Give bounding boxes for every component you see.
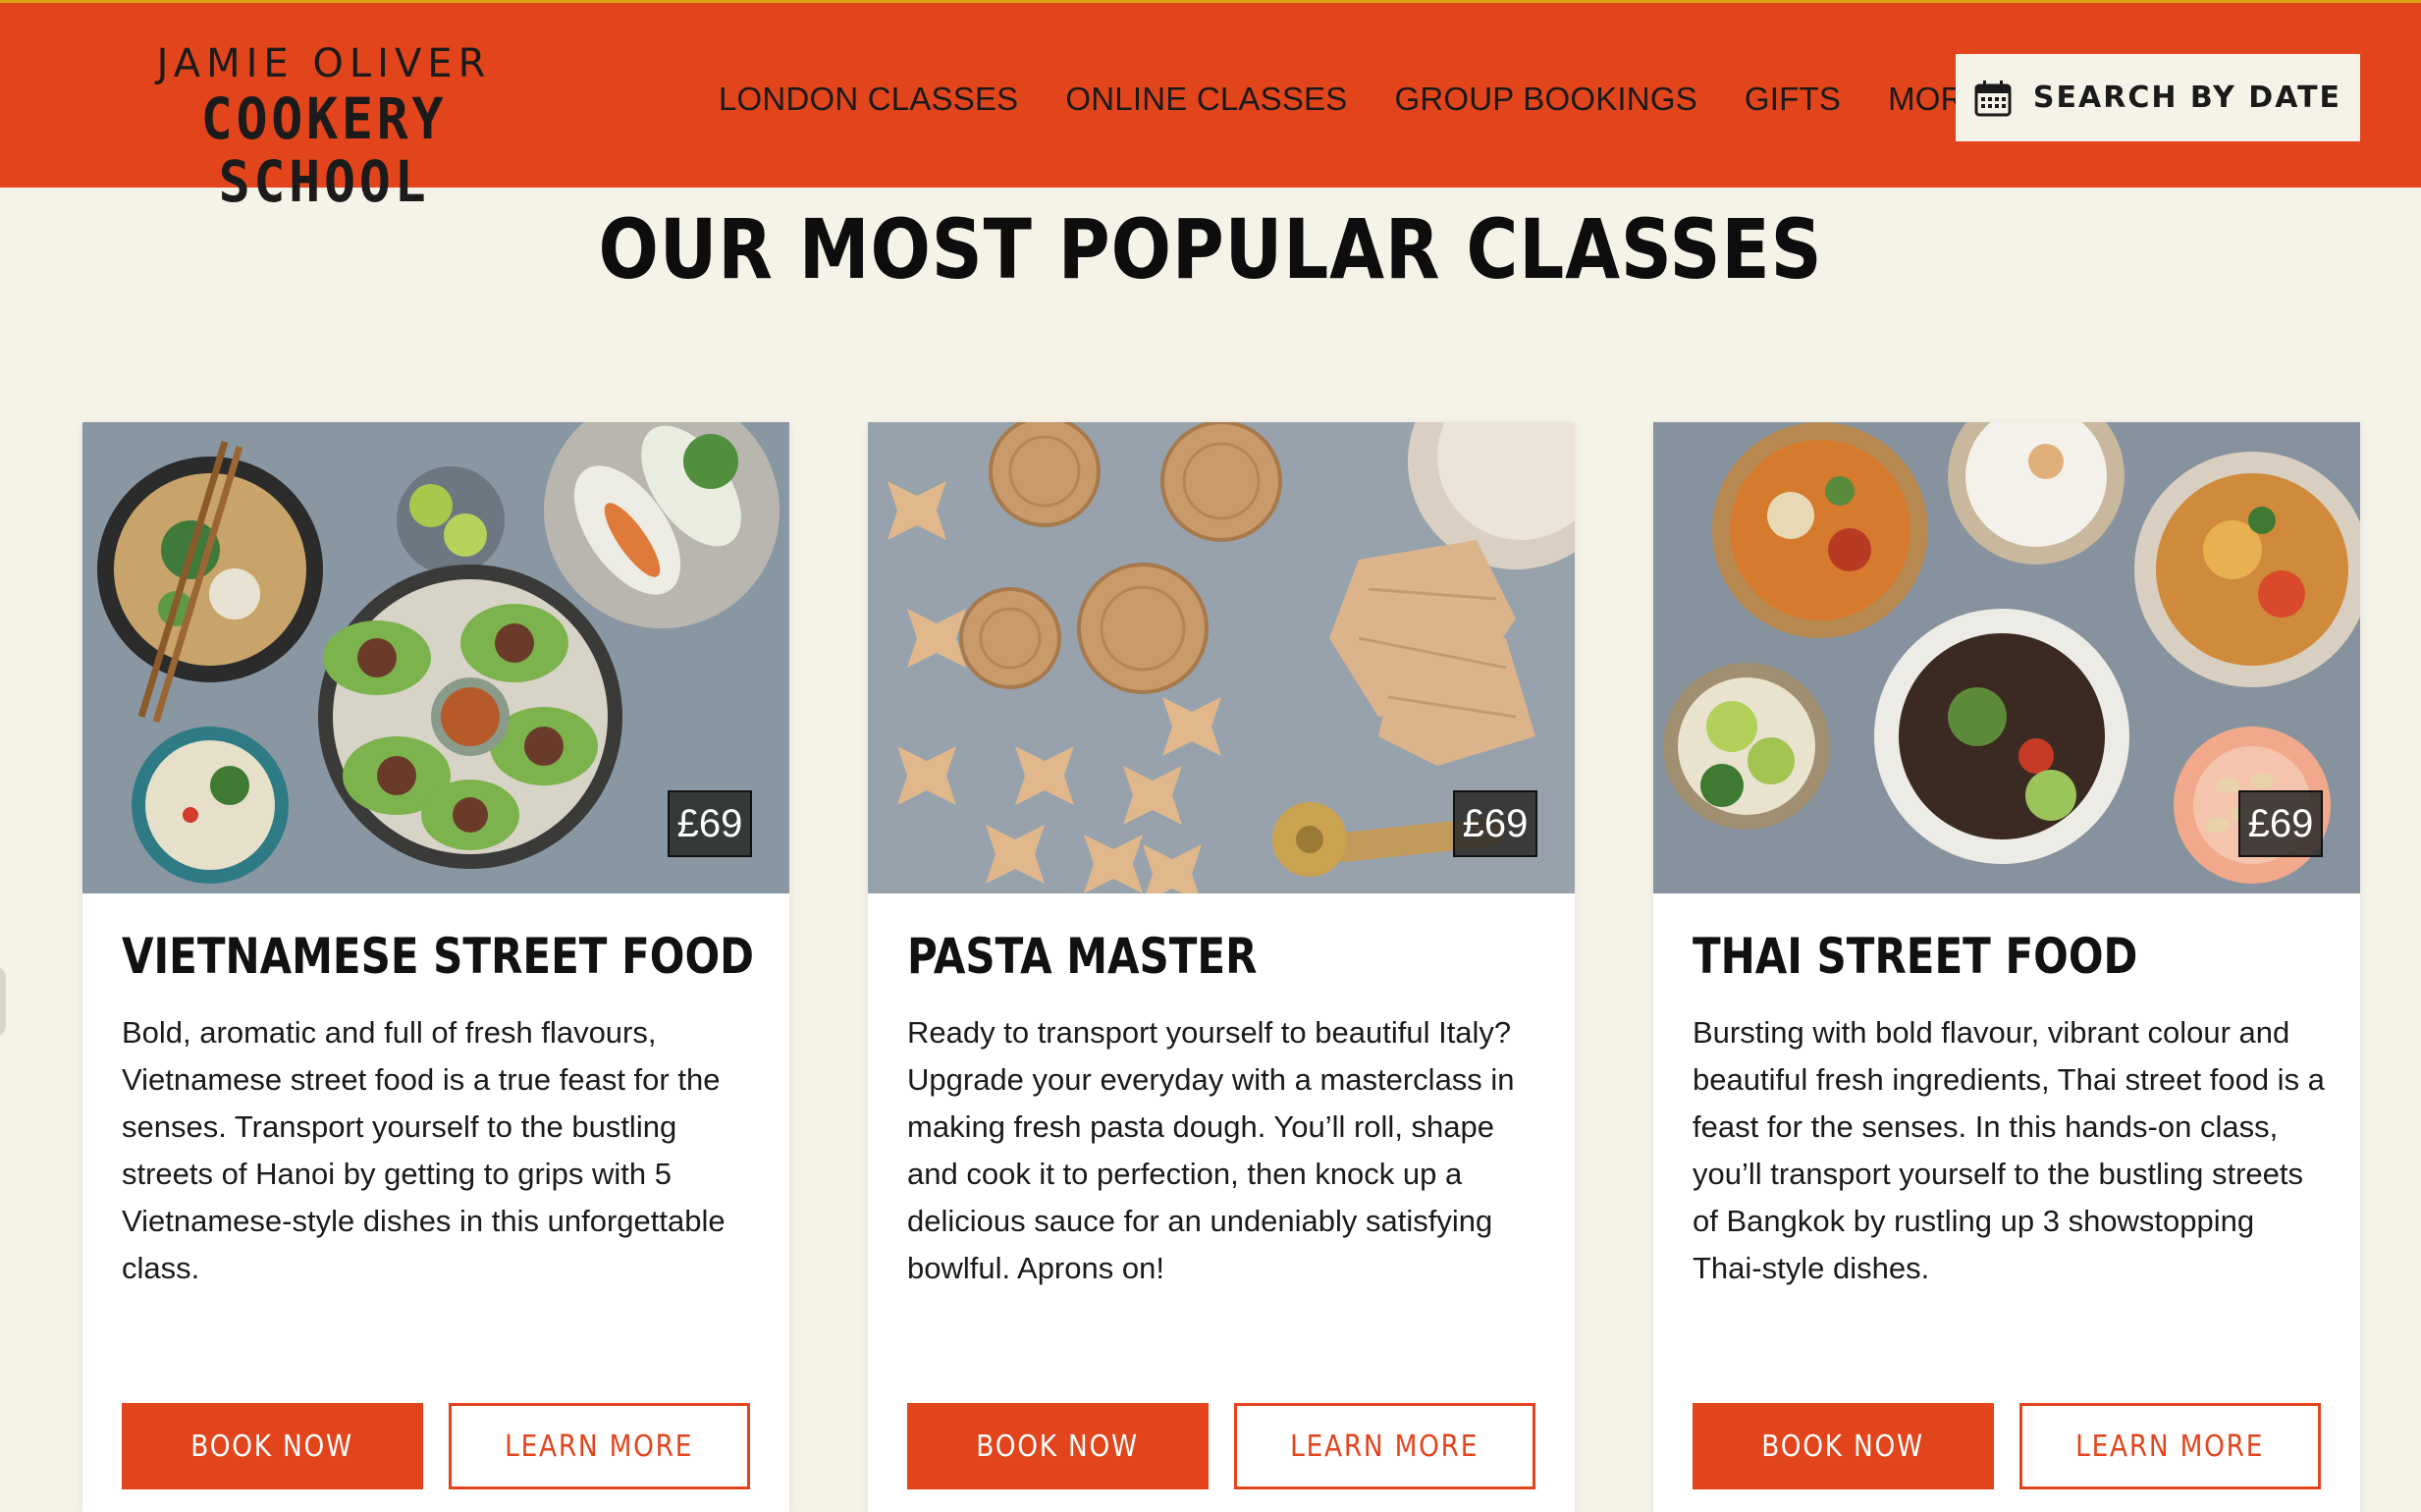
class-card: £69 THAI STREET FOOD Bursting with bold … — [1653, 422, 2360, 1512]
class-title[interactable]: VIETNAMESE STREET FOOD — [122, 928, 754, 985]
book-now-label: BOOK NOW — [976, 1429, 1140, 1464]
learn-more-button[interactable]: LEARN MORE — [2019, 1403, 2321, 1489]
class-image-pasta[interactable]: £69 — [868, 422, 1575, 893]
search-by-date-button[interactable]: SEARCH BY DATE — [1956, 54, 2360, 141]
class-card: £69 VIETNAMESE STREET FOOD Bold, aromati… — [82, 422, 789, 1512]
learn-more-button[interactable]: LEARN MORE — [449, 1403, 750, 1489]
class-description: Bold, aromatic and full of fresh flavour… — [122, 1015, 726, 1285]
logo[interactable]: JAMIE OLIVER COOKERY SCHOOL — [88, 40, 560, 213]
calendar-icon — [1974, 80, 2012, 117]
class-title[interactable]: PASTA MASTER — [907, 928, 1257, 985]
nav-gifts[interactable]: GIFTS — [1745, 81, 1841, 118]
class-title[interactable]: THAI STREET FOOD — [1693, 928, 2137, 985]
class-image-vietnamese[interactable]: £69 — [82, 422, 789, 893]
nav-group-bookings[interactable]: GROUP BOOKINGS — [1394, 81, 1696, 118]
section-title: OUR MOST POPULAR CLASSES — [598, 201, 1823, 297]
logo-line-1: JAMIE OLIVER — [156, 41, 492, 86]
price-badge: £69 — [1453, 790, 1537, 857]
learn-more-label: LEARN MORE — [505, 1429, 694, 1464]
learn-more-label: LEARN MORE — [1290, 1429, 1480, 1464]
book-now-button[interactable]: BOOK NOW — [122, 1403, 423, 1489]
site-header: JAMIE OLIVER COOKERY SCHOOL LONDON CLASS… — [0, 0, 2421, 213]
class-image-thai[interactable]: £69 — [1653, 422, 2360, 893]
nav-online-classes[interactable]: ONLINE CLASSES — [1065, 81, 1347, 118]
learn-more-label: LEARN MORE — [2075, 1429, 2265, 1464]
class-card: £69 PASTA MASTER Ready to transport your… — [868, 422, 1575, 1512]
nav-london-classes[interactable]: LONDON CLASSES — [719, 81, 1018, 118]
price-badge: £69 — [668, 790, 752, 857]
scroll-edge-tab[interactable] — [0, 967, 6, 1036]
book-now-label: BOOK NOW — [1761, 1429, 1925, 1464]
search-by-date-label: SEARCH BY DATE — [2032, 81, 2342, 115]
logo-line-2: COOKERY SCHOOL — [200, 85, 448, 215]
main-nav: LONDON CLASSES ONLINE CLASSES GROUP BOOK… — [719, 72, 2071, 127]
book-now-label: BOOK NOW — [190, 1429, 354, 1464]
class-description: Bursting with bold flavour, vibrant colo… — [1693, 1015, 2325, 1285]
book-now-button[interactable]: BOOK NOW — [1693, 1403, 1994, 1489]
class-description: Ready to transport yourself to beautiful… — [907, 1015, 1515, 1285]
learn-more-button[interactable]: LEARN MORE — [1234, 1403, 1535, 1489]
book-now-button[interactable]: BOOK NOW — [907, 1403, 1209, 1489]
price-badge: £69 — [2238, 790, 2323, 857]
